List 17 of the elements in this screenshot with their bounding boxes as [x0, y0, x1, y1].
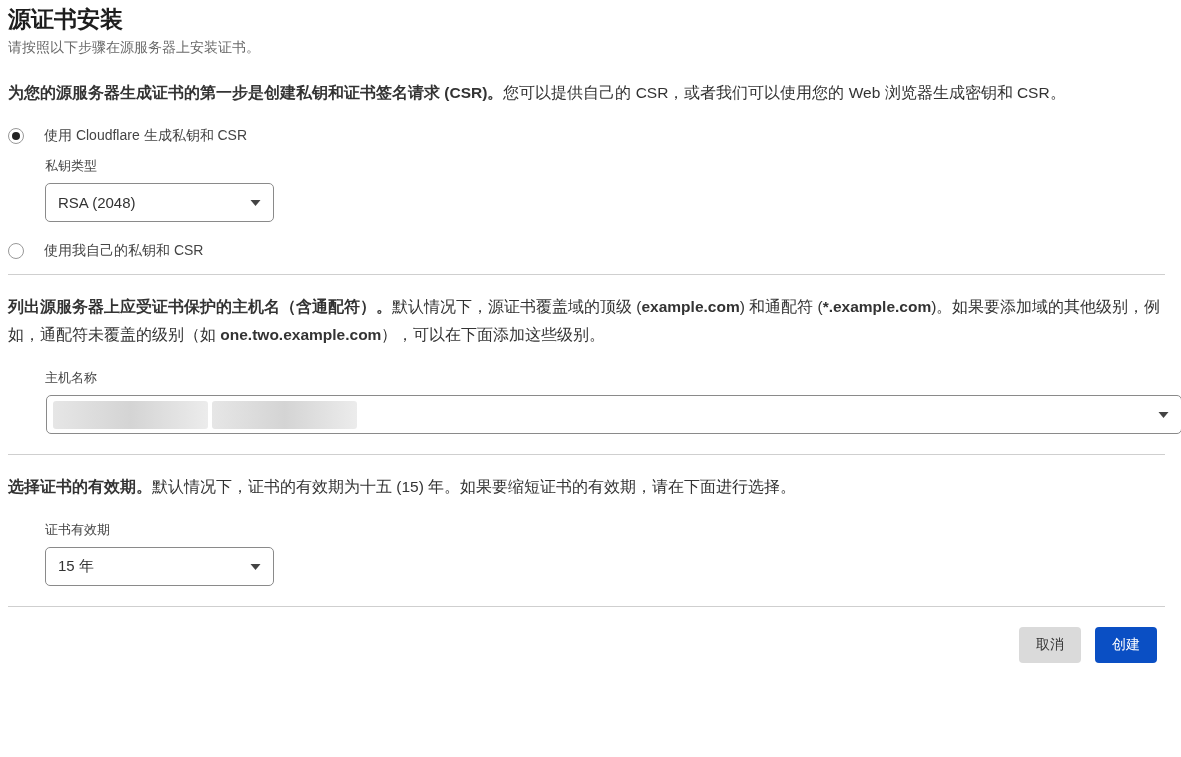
field-label: 私钥类型	[45, 157, 98, 175]
caret-icon	[250, 563, 261, 570]
section-description: 为您的源服务器生成证书的第一步是创建私钥和证书签名请求 (CSR)。您可以提供自己的 CSR，或者我们可以使用您的 Web 浏览器生成密钥和 CSR。	[8, 83, 1067, 103]
cancel-button[interactable]: 取消	[1019, 627, 1081, 663]
caret-icon	[1158, 411, 1169, 418]
select-dropdown[interactable]: 15 年	[45, 547, 274, 586]
radio-label[interactable]: 使用我自己的私钥和 CSR	[44, 242, 204, 260]
field-label: 证书有效期	[45, 521, 111, 539]
field-label: 主机名称	[45, 369, 98, 387]
select-dropdown[interactable]: RSA (2048)	[45, 183, 274, 222]
radio-label[interactable]: 使用 Cloudflare 生成私钥和 CSR	[44, 127, 248, 145]
page-title: 源证书安装	[8, 5, 124, 34]
caret-icon	[250, 199, 261, 206]
section-description: 列出源服务器上应受证书保护的主机名（含通配符）。默认情况下，源证书覆盖域的顶级 (example.com) 和通配符 (*.example.com)。如果要添加域的其他级别，例如，通配符未覆盖的级别（如 one.two.example.com），可以在下面添加这些级别。	[8, 297, 1162, 345]
section-description: 选择证书的有效期。默认情况下，证书的有效期为十五 (15) 年。如果要缩短证书的有效期，请在下面进行选择。	[8, 477, 798, 497]
create-button[interactable]: 创建	[1095, 627, 1157, 663]
page-subtitle: 请按照以下步骤在源服务器上安装证书。	[8, 39, 261, 57]
